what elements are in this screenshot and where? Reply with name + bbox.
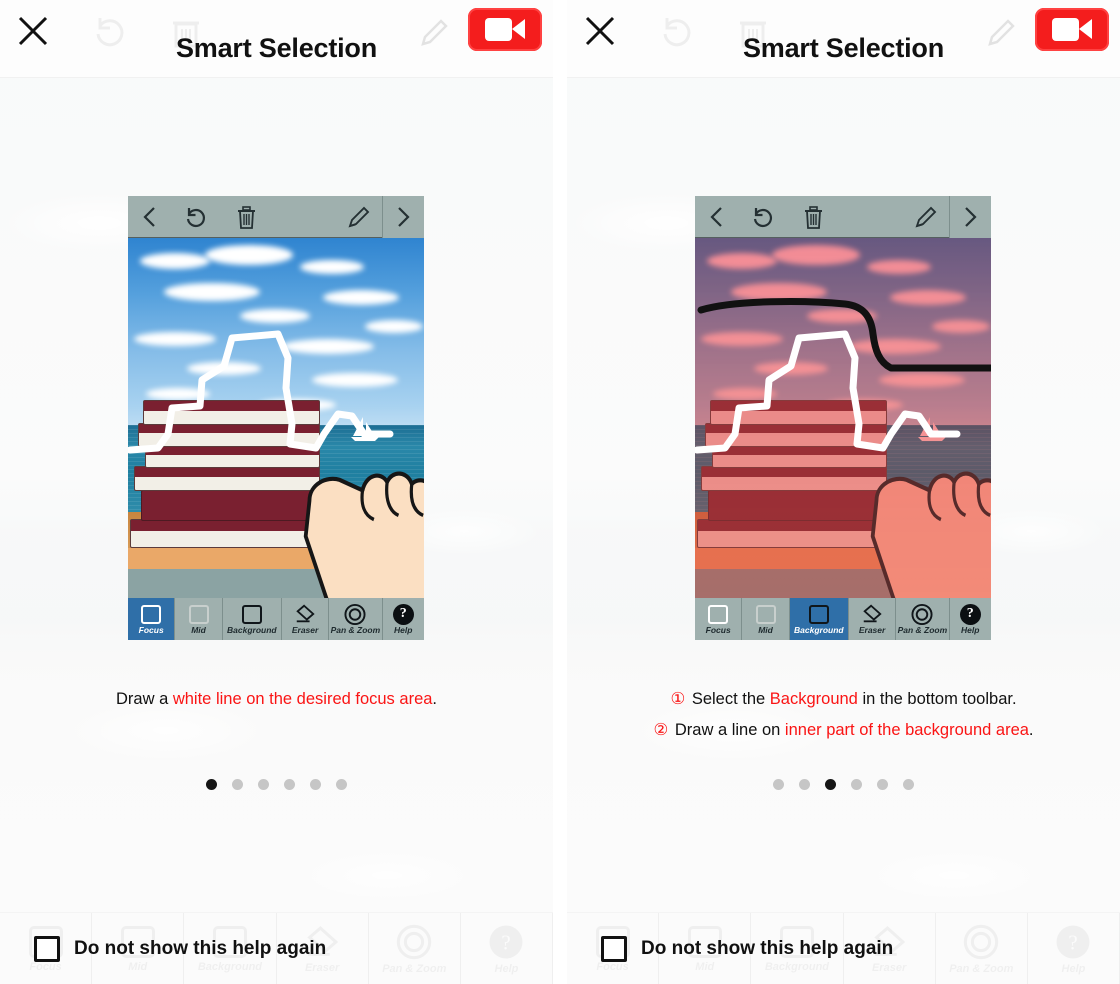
image-toolbar: [695, 196, 991, 238]
photo-canvas: [695, 238, 991, 598]
instruction-caption: ① Select the Background in the bottom to…: [567, 684, 1120, 746]
chevron-left-icon[interactable]: [695, 196, 737, 238]
do-not-show-again-checkbox[interactable]: Do not show this help again: [601, 935, 893, 962]
instruction-caption: Draw a white line on the desired focus a…: [0, 684, 553, 715]
do-not-show-again-checkbox[interactable]: Do not show this help again: [34, 935, 326, 962]
page-title: Smart Selection: [742, 33, 945, 63]
caption-line-1: Draw a white line on the desired focus a…: [115, 690, 438, 708]
tool-help[interactable]: ? Help: [383, 598, 424, 640]
page-dot[interactable]: [773, 779, 784, 790]
tool-background[interactable]: Background: [223, 598, 282, 640]
page-dot[interactable]: [258, 779, 269, 790]
undo-arrow-icon[interactable]: [170, 196, 220, 238]
chevron-left-icon[interactable]: [128, 196, 170, 238]
book-stack: [697, 382, 895, 548]
tool-mid[interactable]: Mid: [742, 598, 790, 640]
help-panel-right: Smart Selection Focus Mid Background Era…: [567, 0, 1120, 984]
tool-strip: Focus Mid Background Eraser Pan & Zoom ?…: [128, 598, 424, 640]
panel-header: Smart Selection: [567, 0, 1120, 78]
white-square-icon: [140, 604, 162, 625]
circle-target-icon: [344, 603, 366, 625]
tool-pan-zoom[interactable]: Pan & Zoom: [329, 598, 383, 640]
trash-can-icon[interactable]: [220, 196, 272, 238]
undo-arrow-icon[interactable]: [737, 196, 787, 238]
page-dot[interactable]: [903, 779, 914, 790]
page-dot[interactable]: [851, 779, 862, 790]
tool-eraser[interactable]: Eraser: [849, 598, 897, 640]
black-square-icon: [808, 604, 830, 625]
black-square-icon: [241, 604, 263, 625]
footer-bar: Focus Mid Background Eraser Pan & Zoom ?…: [567, 912, 1120, 984]
white-square-icon: [707, 604, 729, 625]
photo-canvas: [128, 238, 424, 598]
pencil-icon[interactable]: [336, 196, 382, 238]
tool-background[interactable]: Background: [789, 598, 849, 640]
pencil-icon[interactable]: [903, 196, 949, 238]
page-dot[interactable]: [336, 779, 347, 790]
page-dot[interactable]: [310, 779, 321, 790]
question-mark-icon: ?: [392, 603, 414, 625]
page-dot[interactable]: [877, 779, 888, 790]
help-panel-left: Smart Selection Focus Mid Background Era…: [0, 0, 553, 984]
panel-header: Smart Selection: [0, 0, 553, 78]
screenshot-preview: Focus Mid Background Eraser Pan & Zoom ?…: [695, 196, 991, 640]
chevron-right-icon[interactable]: [949, 196, 991, 238]
empty-checkbox-icon[interactable]: [34, 935, 60, 962]
page-indicator-dots: [0, 779, 553, 790]
page-dot[interactable]: [206, 779, 217, 790]
tool-focus[interactable]: Focus: [695, 598, 743, 640]
caption-line-2: ② Draw a line on inner part of the backg…: [653, 721, 1034, 739]
tool-pan-zoom[interactable]: Pan & Zoom: [896, 598, 950, 640]
tool-strip: Focus Mid Background Eraser Pan & Zoom ?…: [695, 598, 991, 640]
image-toolbar: [128, 196, 424, 238]
svg-text:?: ?: [1069, 930, 1078, 954]
page-dot[interactable]: [232, 779, 243, 790]
book-stack: [130, 382, 328, 548]
footer-bar: Focus Mid Background Eraser Pan & Zoom ?…: [0, 912, 553, 984]
page-dot[interactable]: [825, 779, 836, 790]
trash-can-icon[interactable]: [787, 196, 839, 238]
gray-square-icon: [755, 604, 777, 625]
help-overlay-screen: Smart Selection Focus Mid Background Era…: [0, 0, 1120, 984]
tool-focus[interactable]: Focus: [128, 598, 176, 640]
pointing-hand-illustration: [867, 411, 991, 598]
tool-eraser[interactable]: Eraser: [282, 598, 330, 640]
page-indicator-dots: [567, 779, 1120, 790]
panel-divider: [553, 0, 567, 984]
caption-line-1: ① Select the Background in the bottom to…: [670, 690, 1017, 708]
empty-checkbox-icon[interactable]: [601, 935, 627, 962]
tool-help[interactable]: ? Help: [950, 598, 991, 640]
pointing-hand-illustration: [300, 411, 424, 598]
page-title: Smart Selection: [175, 33, 378, 63]
question-mark-icon: ?: [959, 603, 981, 625]
chevron-right-icon[interactable]: [382, 196, 424, 238]
page-dot[interactable]: [284, 779, 295, 790]
eraser-icon: [294, 604, 316, 625]
screenshot-preview: Focus Mid Background Eraser Pan & Zoom ?…: [128, 196, 424, 640]
eraser-icon: [861, 604, 883, 625]
tool-mid[interactable]: Mid: [175, 598, 223, 640]
svg-text:?: ?: [502, 930, 511, 954]
page-dot[interactable]: [799, 779, 810, 790]
gray-square-icon: [188, 604, 210, 625]
circle-target-icon: [911, 603, 933, 625]
